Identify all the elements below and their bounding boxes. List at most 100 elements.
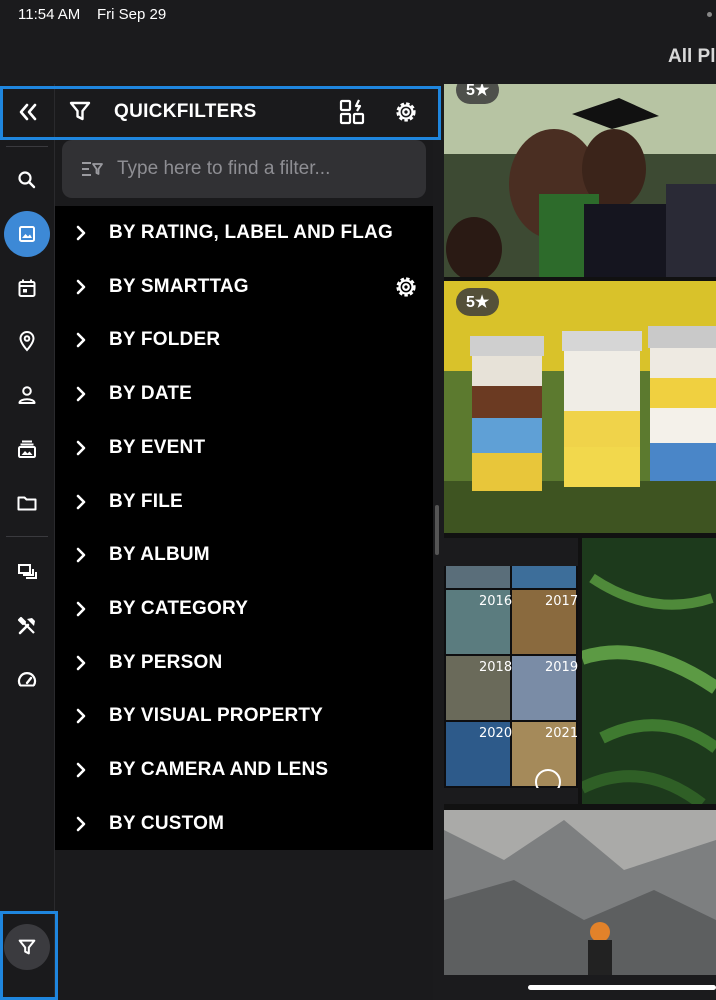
photo-thumbnail[interactable]: 2016 2017 2018 2019 2020 2021 — [444, 538, 578, 804]
quickfilter-toggle-button[interactable] — [4, 924, 50, 970]
rail-photos-button[interactable] — [4, 211, 50, 257]
chevron-right-icon — [76, 225, 86, 241]
filter-category-label: BY SMARTTAG — [109, 275, 249, 297]
chevron-right-icon — [76, 333, 86, 348]
chevron-right-icon — [76, 386, 86, 402]
filter-category-label: BY VISUAL PROPERTY — [109, 705, 324, 727]
rail-tools-button[interactable] — [4, 603, 50, 649]
rail-divider — [6, 146, 48, 147]
quickfilters-settings-button[interactable] — [392, 98, 420, 126]
status-date: Fri Sep 29 — [97, 6, 167, 23]
photo-thumbnail[interactable]: 5★ — [444, 84, 716, 277]
chevron-right-icon — [76, 547, 86, 563]
chevron-right-icon — [76, 816, 86, 831]
collections-icon — [18, 564, 37, 579]
filter-list-icon — [82, 162, 103, 176]
rating-badge: 5★ — [456, 84, 500, 104]
rail-divider — [6, 536, 48, 537]
filter-category-custom[interactable]: BY CUSTOM — [55, 797, 433, 851]
rail-map-button[interactable] — [4, 318, 50, 364]
filter-layout-button[interactable] — [338, 98, 366, 126]
chevron-right-icon — [76, 279, 86, 294]
chevron-right-icon — [76, 440, 86, 456]
rock-photo — [444, 810, 716, 975]
chevron-right-icon — [76, 494, 86, 509]
status-dot — [707, 12, 712, 17]
year-label: 2017 — [545, 594, 578, 609]
map-pin-icon — [19, 331, 35, 352]
year-label: 2021 — [545, 726, 578, 741]
rail-dashboard-button[interactable] — [4, 657, 50, 703]
collapse-panel-button[interactable] — [0, 84, 55, 140]
filter-category-label: BY CAMERA AND LENS — [109, 759, 329, 780]
graduation-photo — [444, 84, 716, 277]
beehives-photo — [444, 281, 716, 533]
filter-category-list: BY RATING, LABEL AND FLAG BY SMARTTAG BY… — [55, 206, 433, 850]
smarttag-settings-button[interactable] — [392, 273, 420, 301]
album-icon — [18, 440, 36, 458]
person-icon — [18, 386, 36, 404]
year-label: 2018 — [479, 660, 513, 675]
filter-category-date[interactable]: BY DATE — [55, 367, 433, 421]
left-rail — [0, 84, 55, 1000]
filter-category-event[interactable]: BY EVENT — [55, 421, 433, 475]
filter-category-label: BY ALBUM — [109, 544, 210, 566]
rail-collections-button[interactable] — [4, 549, 50, 595]
filter-category-label: BY FOLDER — [109, 329, 221, 351]
dashboard-icon — [17, 672, 37, 687]
photos-icon — [19, 226, 35, 242]
panel-title: QUICKFILTERS — [114, 101, 257, 122]
filter-category-folder[interactable]: BY FOLDER — [55, 313, 433, 367]
year-label: 2016 — [479, 594, 513, 609]
year-label: 2020 — [479, 726, 513, 741]
chevron-right-icon — [76, 708, 86, 724]
gear-icon — [396, 277, 416, 297]
calendar-icon — [18, 279, 36, 297]
quickfilters-panel: QUICKFILTERS Type here to find a filter.… — [55, 84, 433, 1000]
double-chevron-left-icon — [19, 103, 36, 121]
filter-category-camera-lens[interactable]: BY CAMERA AND LENS — [55, 743, 433, 797]
filter-icon — [18, 939, 36, 955]
tools-icon — [17, 616, 35, 635]
rail-calendar-button[interactable] — [4, 265, 50, 311]
status-time: 11:54 AM — [18, 6, 81, 23]
filter-category-label: BY PERSON — [109, 651, 223, 673]
chevron-right-icon — [76, 655, 86, 670]
rail-search-button[interactable] — [4, 157, 50, 203]
chevron-right-icon — [76, 762, 86, 778]
year-label: 2019 — [545, 660, 578, 675]
filter-category-visual-property[interactable]: BY VISUAL PROPERTY — [55, 689, 433, 743]
filter-category-rating[interactable]: BY RATING, LABEL AND FLAG — [55, 206, 433, 260]
gear-icon — [396, 102, 416, 122]
filter-category-person[interactable]: BY PERSON — [55, 636, 433, 690]
filter-icon — [69, 101, 91, 121]
filter-category-category[interactable]: BY CATEGORY — [55, 582, 433, 636]
filter-category-label: BY FILE — [109, 490, 183, 512]
folder-icon — [17, 496, 37, 511]
photo-thumbnail[interactable] — [444, 810, 716, 975]
quickfilters-header: QUICKFILTERS — [55, 84, 433, 140]
photo-grid: 5★ 5★ 2016 2017 2018 2019 2020 2021 — [444, 84, 716, 975]
rating-badge: 5★ — [456, 288, 500, 316]
home-indicator — [528, 985, 716, 990]
filter-category-file[interactable]: BY FILE — [55, 475, 433, 529]
filter-category-label: BY CATEGORY — [109, 597, 249, 619]
filter-category-album[interactable]: BY ALBUM — [55, 528, 433, 582]
filter-category-label: BY EVENT — [109, 436, 206, 458]
photo-thumbnail[interactable] — [582, 538, 716, 804]
filter-category-label: BY CUSTOM — [109, 812, 225, 834]
filter-search-input[interactable] — [117, 154, 407, 184]
filter-category-label: BY RATING, LABEL AND FLAG — [109, 222, 394, 243]
fern-photo — [582, 538, 716, 804]
filter-category-smarttag[interactable]: BY SMARTTAG — [55, 260, 433, 314]
rail-folders-button[interactable] — [4, 480, 50, 526]
filter-category-label: BY DATE — [109, 383, 193, 405]
status-bar: 11:54 AM Fri Sep 29 — [0, 0, 716, 30]
rail-people-button[interactable] — [4, 372, 50, 418]
photo-thumbnail[interactable]: 5★ — [444, 281, 716, 533]
panel-resize-handle[interactable] — [435, 505, 439, 555]
rail-albums-button[interactable] — [4, 426, 50, 472]
filter-search-box[interactable] — [62, 140, 426, 198]
layout-sparkle-icon — [339, 99, 365, 125]
search-icon — [18, 171, 36, 189]
